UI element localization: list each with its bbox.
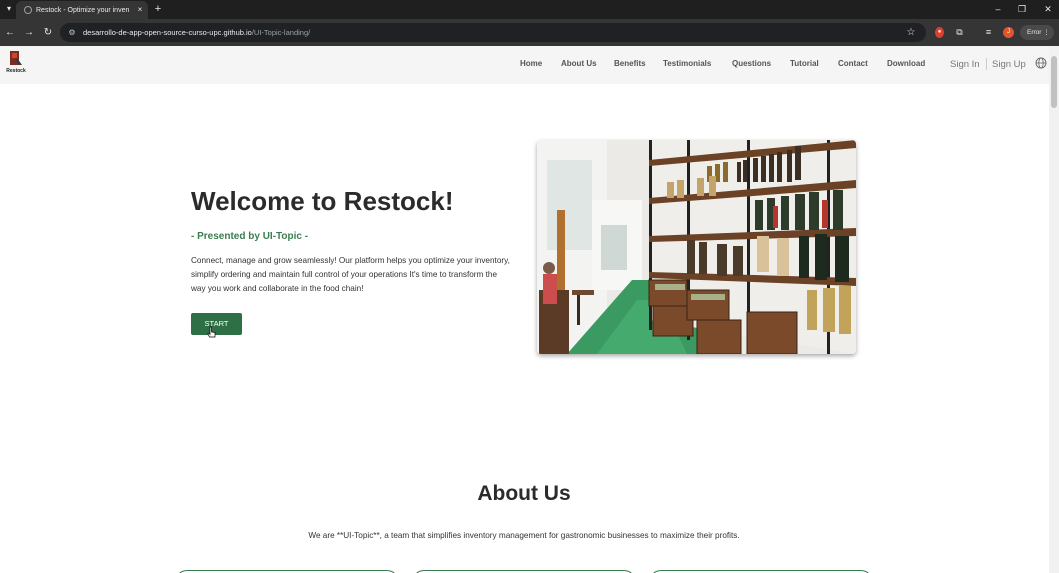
hand-cursor-icon <box>207 326 216 338</box>
hero-subtitle: - Presented by UI-Topic - <box>191 231 309 242</box>
puzzle-icon[interactable]: ⧉ <box>953 26 966 39</box>
new-tab-button[interactable]: + <box>152 3 164 15</box>
browser-toolbar: ← → ↻ ⚙ desarrollo-de-app-open-source-cu… <box>0 19 1059 46</box>
tab-menu-icon[interactable]: ▾ <box>4 4 14 14</box>
star-icon[interactable]: ☆ <box>905 26 917 39</box>
restore-icon[interactable]: ❐ <box>1015 3 1029 15</box>
tab-title: Restock - Optimize your inven <box>36 7 130 14</box>
error-chip[interactable]: Error ⋮ <box>1020 25 1054 40</box>
extension-red-icon[interactable]: ● <box>935 27 944 38</box>
hero-title: Welcome to Restock! <box>191 186 454 216</box>
browser-tabstrip: ▾ Restock - Optimize your inven × + – ❐ … <box>0 0 1059 19</box>
page-viewport: Restock Home About Us Benefits Testimoni… <box>0 46 1049 573</box>
avatar[interactable]: J <box>1003 27 1014 38</box>
site-info-icon[interactable]: ⚙ <box>67 27 77 38</box>
close-icon[interactable]: ✕ <box>1041 3 1055 15</box>
sign-in-link[interactable]: Sign In <box>950 58 980 71</box>
nav-tutorial[interactable]: Tutorial <box>790 58 819 70</box>
about-description: We are **UI-Topic**, a team that simplif… <box>308 531 740 540</box>
scrollbar-thumb[interactable] <box>1051 56 1057 108</box>
nav-benefits[interactable]: Benefits <box>614 58 646 70</box>
address-bar[interactable]: ⚙ desarrollo-de-app-open-source-curso-up… <box>60 23 926 42</box>
logo-text: Restock <box>6 68 26 74</box>
sign-up-link[interactable]: Sign Up <box>992 58 1026 71</box>
nav-about-us[interactable]: About Us <box>561 58 597 70</box>
minimize-icon[interactable]: – <box>991 3 1005 15</box>
nav-questions[interactable]: Questions <box>732 58 771 70</box>
forward-icon[interactable]: → <box>22 26 36 40</box>
store-shelves-image <box>537 140 856 354</box>
nav-contact[interactable]: Contact <box>838 58 868 70</box>
hero-description: Connect, manage and grow seamlessly! Our… <box>191 256 510 293</box>
reload-icon[interactable]: ↻ <box>41 26 55 40</box>
globe-icon[interactable] <box>1035 57 1047 69</box>
browser-tab[interactable]: Restock - Optimize your inven × <box>16 1 148 19</box>
start-button[interactable]: START <box>191 313 242 335</box>
nav-home[interactable]: Home <box>520 58 542 70</box>
site-header: Restock Home About Us Benefits Testimoni… <box>0 46 1049 84</box>
url-text[interactable]: desarrollo-de-app-open-source-curso-upc.… <box>83 27 310 38</box>
auth-divider <box>986 58 987 70</box>
nav-testimonials[interactable]: Testimonials <box>663 58 711 70</box>
about-title: About Us <box>477 482 571 505</box>
back-icon[interactable]: ← <box>3 26 17 40</box>
media-icon[interactable]: ≡ <box>982 26 995 39</box>
logo[interactable]: Restock <box>4 50 28 76</box>
tab-close-icon[interactable]: × <box>135 4 145 15</box>
restock-logo-icon <box>10 51 22 65</box>
nav-download[interactable]: Download <box>887 58 925 70</box>
globe-favicon-icon <box>24 6 32 14</box>
kebab-menu-icon[interactable]: ⋮ <box>1043 29 1050 36</box>
page-scrollbar[interactable] <box>1049 46 1059 573</box>
